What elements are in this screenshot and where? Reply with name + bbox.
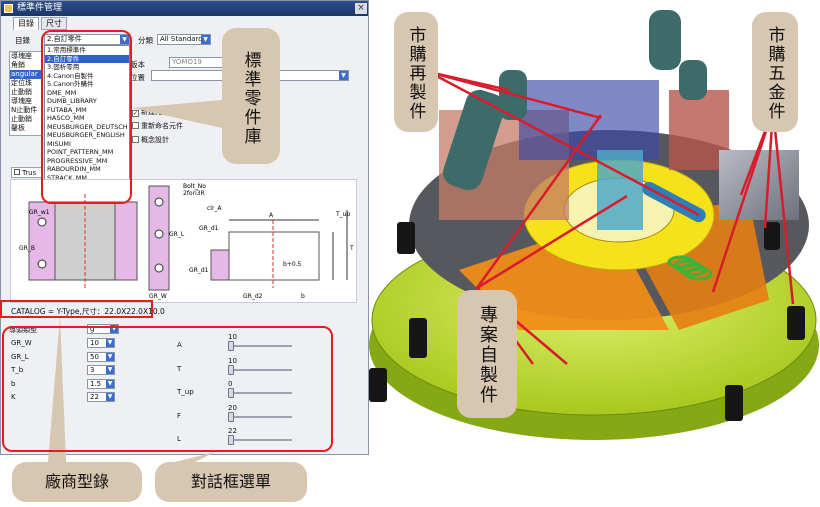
highlight-std-library <box>41 30 132 204</box>
std-library-pointer <box>132 100 222 128</box>
highlight-catalog-text <box>0 300 153 318</box>
dialog-menu-pointer <box>175 452 215 462</box>
highlight-parameters <box>2 326 333 452</box>
